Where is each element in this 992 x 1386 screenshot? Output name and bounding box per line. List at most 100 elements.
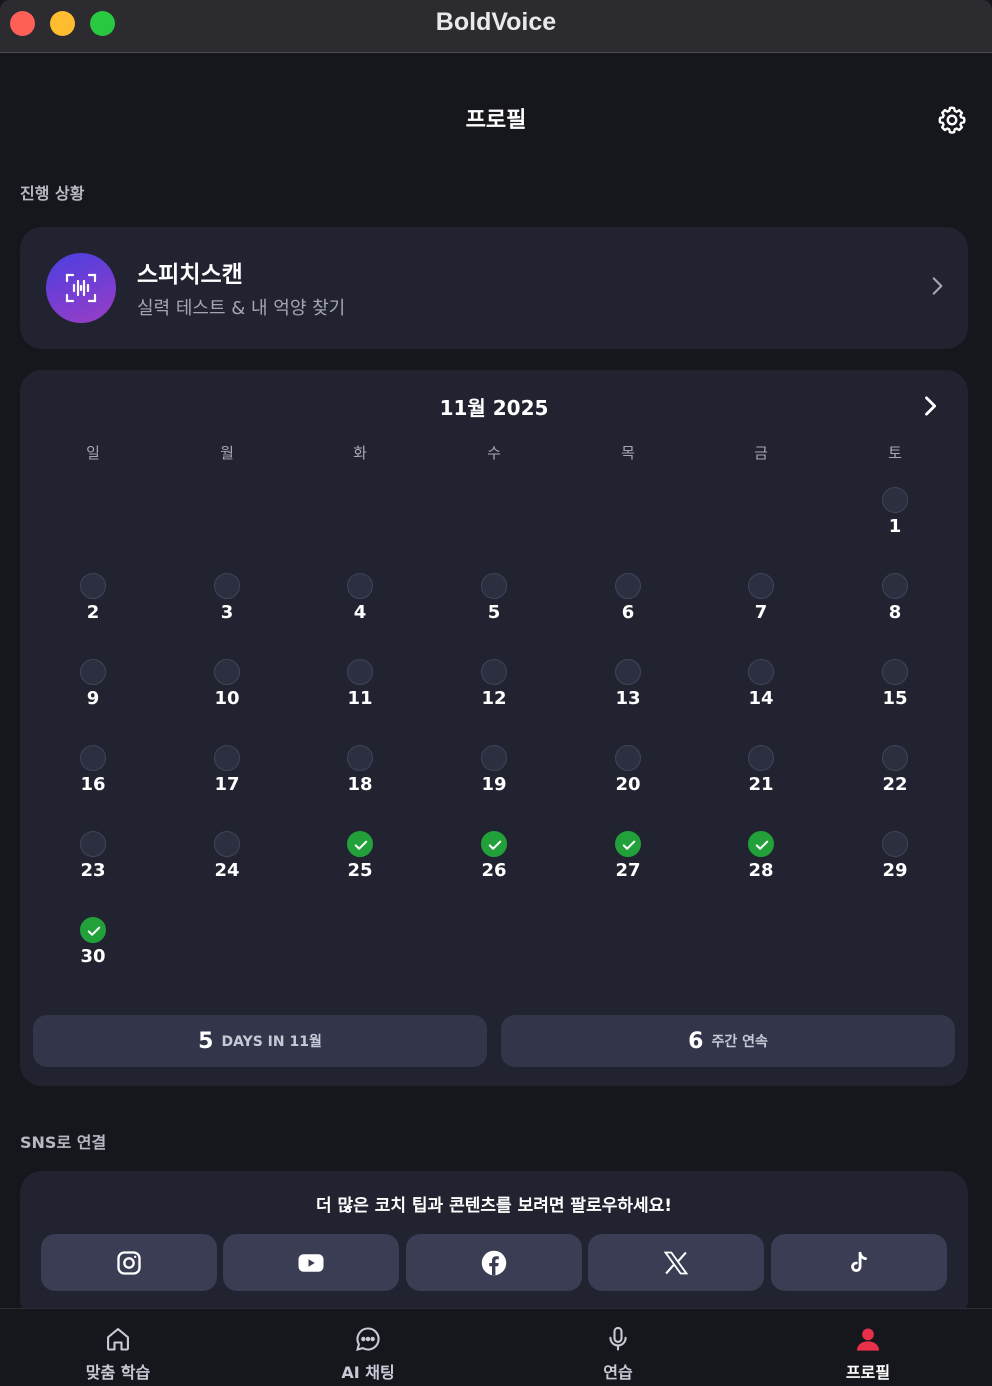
day-completed-marker[interactable] bbox=[80, 917, 106, 943]
day-marker[interactable] bbox=[748, 659, 774, 685]
day-marker[interactable] bbox=[882, 659, 908, 685]
calendar-month-title: 11월 2025 bbox=[439, 396, 549, 420]
tab-profile[interactable]: 프로필 bbox=[788, 1309, 948, 1386]
day-number: 30 bbox=[80, 946, 106, 967]
day-marker[interactable] bbox=[214, 745, 240, 771]
day-number: 9 bbox=[86, 688, 100, 709]
day-marker[interactable] bbox=[80, 745, 106, 771]
day-marker[interactable] bbox=[882, 573, 908, 599]
day-marker[interactable] bbox=[882, 487, 908, 513]
voice-scan-icon bbox=[65, 273, 97, 303]
day-number: 12 bbox=[481, 688, 507, 709]
day-number: 22 bbox=[882, 774, 908, 795]
facebook-button[interactable] bbox=[406, 1234, 582, 1291]
day-number: 18 bbox=[347, 774, 373, 795]
weekly-streak-stat: 6 주간 연속 bbox=[501, 1015, 955, 1067]
gear-icon bbox=[938, 106, 966, 134]
window-titlebar: BoldVoice bbox=[0, 0, 992, 53]
day-marker[interactable] bbox=[882, 745, 908, 771]
day-marker[interactable] bbox=[80, 831, 106, 857]
tab-personal-learning[interactable]: 맞춤 학습 bbox=[38, 1309, 198, 1386]
day-number: 13 bbox=[615, 688, 641, 709]
tiktok-button[interactable] bbox=[771, 1234, 947, 1291]
checkmark-icon bbox=[87, 926, 101, 936]
day-number: 28 bbox=[748, 860, 774, 881]
day-marker[interactable] bbox=[214, 831, 240, 857]
day-number: 16 bbox=[80, 774, 106, 795]
weekday-label: 월 bbox=[220, 444, 234, 462]
weekday-label: 토 bbox=[888, 444, 902, 462]
day-number: 3 bbox=[220, 602, 234, 623]
day-marker[interactable] bbox=[748, 745, 774, 771]
day-marker[interactable] bbox=[615, 659, 641, 685]
weekday-label: 일 bbox=[86, 444, 100, 462]
day-number: 26 bbox=[481, 860, 507, 881]
monthly-days-label: DAYS IN 11월 bbox=[221, 1034, 322, 1050]
day-number: 19 bbox=[481, 774, 507, 795]
weekly-streak-value: 6 bbox=[688, 1028, 704, 1054]
instagram-icon bbox=[117, 1250, 141, 1275]
bottom-tab-bar: 맞춤 학습 AI 채팅 연습 프로필 bbox=[0, 1308, 992, 1386]
day-marker[interactable] bbox=[748, 573, 774, 599]
window-title: BoldVoice bbox=[435, 8, 557, 36]
day-completed-marker[interactable] bbox=[748, 831, 774, 857]
microphone-icon bbox=[609, 1326, 627, 1351]
day-number: 2 bbox=[86, 602, 100, 623]
next-month-button[interactable] bbox=[916, 392, 944, 420]
weekday-label: 수 bbox=[487, 444, 501, 462]
day-marker[interactable] bbox=[214, 659, 240, 685]
day-marker[interactable] bbox=[481, 745, 507, 771]
day-marker[interactable] bbox=[347, 745, 373, 771]
day-marker[interactable] bbox=[615, 573, 641, 599]
tab-ai-chat[interactable]: AI 채팅 bbox=[288, 1309, 448, 1386]
sns-card: 더 많은 코치 팁과 콘텐츠를 보려면 팔로우하세요! bbox=[20, 1171, 968, 1308]
day-completed-marker[interactable] bbox=[347, 831, 373, 857]
day-number: 6 bbox=[621, 602, 635, 623]
day-number: 25 bbox=[347, 860, 373, 881]
checkmark-icon bbox=[755, 840, 769, 850]
page-title: 프로필 bbox=[465, 108, 527, 133]
day-number: 17 bbox=[214, 774, 240, 795]
instagram-button[interactable] bbox=[41, 1234, 217, 1291]
chevron-right-icon bbox=[932, 277, 943, 295]
day-marker[interactable] bbox=[481, 659, 507, 685]
day-completed-marker[interactable] bbox=[615, 831, 641, 857]
speech-scan-title: 스피치스캔 bbox=[137, 262, 243, 288]
day-marker[interactable] bbox=[882, 831, 908, 857]
day-marker[interactable] bbox=[481, 573, 507, 599]
day-number: 23 bbox=[80, 860, 106, 881]
day-number: 21 bbox=[748, 774, 774, 795]
speech-scan-subtitle: 실력 테스트 & 내 억양 찾기 bbox=[137, 298, 346, 319]
x-button[interactable] bbox=[588, 1234, 764, 1291]
weekday-label: 금 bbox=[754, 444, 768, 462]
day-marker[interactable] bbox=[214, 573, 240, 599]
youtube-button[interactable] bbox=[223, 1234, 399, 1291]
day-marker[interactable] bbox=[615, 745, 641, 771]
monthly-days-value: 5 bbox=[198, 1028, 214, 1054]
day-number: 10 bbox=[214, 688, 240, 709]
tab-label: 프로필 bbox=[845, 1363, 891, 1382]
day-number: 27 bbox=[615, 860, 641, 881]
sns-section-label: SNS로 연결 bbox=[20, 1133, 107, 1152]
checkmark-icon bbox=[622, 840, 636, 850]
day-marker[interactable] bbox=[347, 659, 373, 685]
tab-practice[interactable]: 연습 bbox=[538, 1309, 698, 1386]
day-number: 15 bbox=[882, 688, 908, 709]
day-number: 29 bbox=[882, 860, 908, 881]
tab-label: 연습 bbox=[603, 1363, 633, 1382]
day-number: 24 bbox=[214, 860, 240, 881]
day-marker[interactable] bbox=[347, 573, 373, 599]
day-number: 20 bbox=[615, 774, 641, 795]
x-icon bbox=[663, 1251, 689, 1274]
weekly-streak-label: 주간 연속 bbox=[711, 1034, 768, 1050]
weekday-label: 화 bbox=[353, 444, 367, 462]
chevron-right-icon bbox=[925, 396, 937, 416]
day-marker[interactable] bbox=[80, 659, 106, 685]
day-number: 8 bbox=[888, 602, 902, 623]
day-number: 5 bbox=[487, 602, 501, 623]
day-marker[interactable] bbox=[80, 573, 106, 599]
day-number: 4 bbox=[353, 602, 367, 623]
day-completed-marker[interactable] bbox=[481, 831, 507, 857]
speech-scan-card[interactable]: 스피치스캔 실력 테스트 & 내 억양 찾기 bbox=[20, 227, 968, 349]
settings-button[interactable] bbox=[936, 104, 968, 136]
